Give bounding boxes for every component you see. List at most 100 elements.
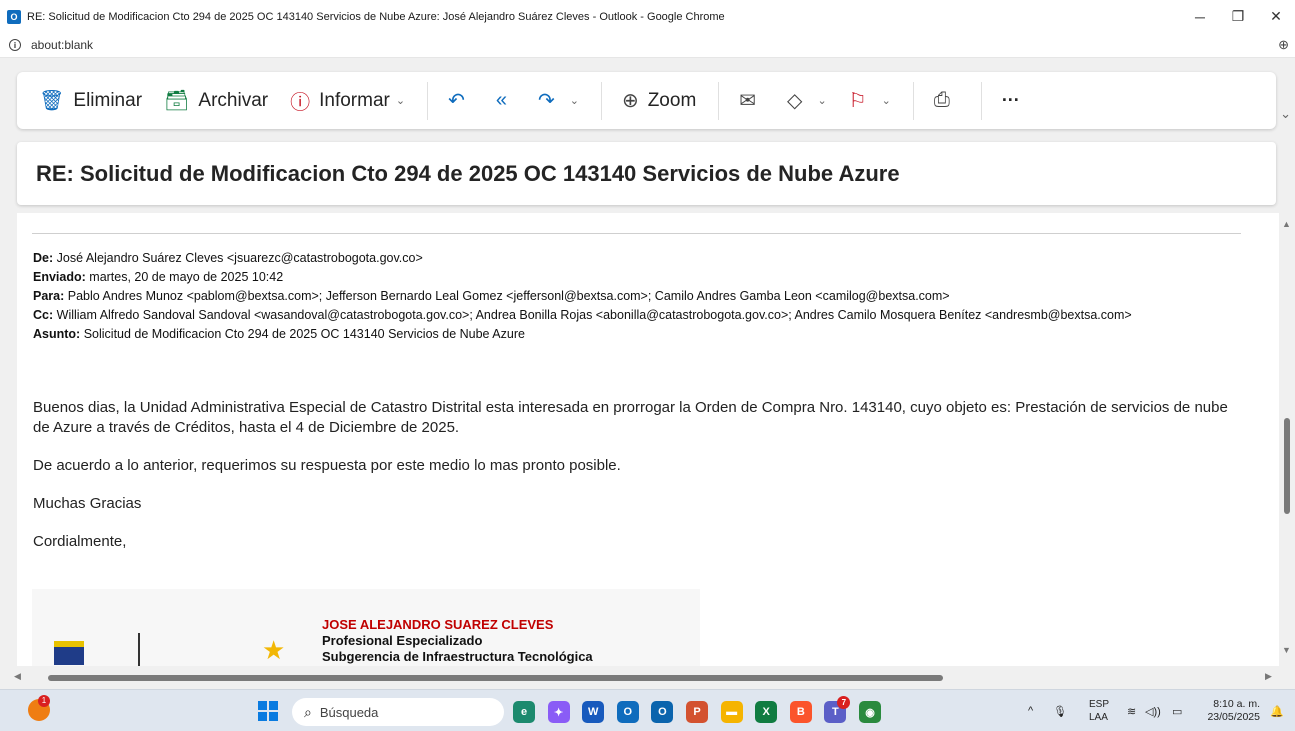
scroll-right-icon[interactable]: ▶ [1265,671,1272,682]
battery-icon[interactable]: ▭ [1172,690,1182,731]
clock-date: 23/05/2025 [1207,711,1260,723]
notification-icon[interactable]: 🔔 [1270,690,1284,731]
taskbar-app-copilot-icon[interactable]: ✦ [547,701,570,723]
system-clock[interactable]: 8:10 a. m. 23/05/2025 [1200,698,1260,724]
microphone-muted-icon[interactable]: 🎙 [1053,690,1067,731]
sent-value: martes, 20 de mayo de 2025 10:42 [89,270,284,284]
horizontal-scroll-thumb[interactable] [48,675,943,681]
minimize-button[interactable]: ─ [1181,0,1219,33]
scroll-down-icon[interactable]: ▼ [1282,645,1291,655]
scroll-left-icon[interactable]: ◀ [14,671,21,682]
more-actions-button[interactable]: ··· [1002,81,1020,121]
zoom-in-icon: ⊕ [621,90,639,112]
taskbar-app-outlook-icon[interactable]: O [651,701,674,723]
bogota-crest-logo [54,641,84,665]
tray-chevron-icon[interactable]: ^ [1028,690,1033,731]
flag-button[interactable]: ⚐ ⌄ [849,81,891,121]
zoom-indicator-icon[interactable]: ⊕ [1278,37,1289,53]
report-label: Informar [319,89,390,111]
wifi-icon[interactable]: ≋ [1127,690,1136,731]
subject-value: Solicitud de Modificacion Cto 294 de 202… [83,327,525,341]
more-icon: ··· [1001,90,1020,110]
signature-name: JOSE ALEJANDRO SUAREZ CLEVES [322,617,554,632]
chevron-down-icon[interactable]: ⌄ [1280,106,1291,122]
zoom-button[interactable]: ⊕ Zoom [622,81,696,121]
body-text: Buenos dias, la Unidad Administrativa Es… [33,398,1233,570]
to-line: Para: Pablo Andres Munoz <pablom@bextsa.… [33,287,1213,306]
to-value: Pablo Andres Munoz <pablom@bextsa.com>; … [67,289,950,303]
subject-label: Asunto: [33,327,81,341]
message-toolbar: 🗑 Eliminar 🗃 Archivar ⓘ Informar ⌄ ↶ « ↷… [17,72,1276,129]
cc-label: Cc: [33,308,54,322]
subject-header: RE: Solicitud de Modificacion Cto 294 de… [17,142,1276,205]
close-button[interactable]: ✕ [1257,0,1295,33]
keyboard-layout: LAA [1089,712,1108,723]
clock-time: 8:10 a. m. [1213,698,1260,710]
address-bar: i about:blank ⊕ [0,33,1295,58]
forward-button[interactable]: ↷ ⌄ [538,81,579,121]
site-info-icon[interactable]: i [9,39,21,51]
print-button[interactable]: ⎙ [934,81,959,121]
volume-icon[interactable]: ◁)) [1145,690,1161,731]
horizontal-scrollbar[interactable]: ◀ ▶ [0,666,1295,689]
vertical-scroll-thumb[interactable] [1284,418,1290,514]
restore-button[interactable]: ❐ [1219,0,1257,33]
mark-read-button[interactable]: ✉ [739,81,765,121]
taskbar-app-excel-icon[interactable]: X [755,701,778,723]
report-button[interactable]: ⓘ Informar ⌄ [290,81,405,121]
body-paragraph: De acuerdo a lo anterior, requerimos su … [33,457,621,474]
weather-widget-icon[interactable]: 1 [28,695,50,721]
windows-taskbar: 1 ⌕ Búsqueda e ✦ W O O P ▬ X B T 7 ◉ ^ 🎙 ESP LAA ≋ … [0,689,1295,731]
reading-pane: 🗑 Eliminar 🗃 Archivar ⓘ Informar ⌄ ↶ « ↷… [0,58,1295,666]
taskbar-search[interactable]: ⌕ Búsqueda [292,698,504,726]
outlook-app-icon: O [7,9,21,24]
toolbar-divider [427,81,429,120]
taskbar-app-chrome-icon[interactable]: ◉ [859,701,881,723]
language-indicator[interactable]: ESP LAA [1089,698,1109,724]
taskbar-app-file-explorer-icon[interactable]: ▬ [720,701,743,723]
archive-button[interactable]: 🗃 Archivar [164,81,268,121]
delete-button[interactable]: 🗑 Eliminar [39,81,142,121]
chevron-down-icon[interactable]: ⌄ [817,94,826,107]
url-field[interactable]: about:blank [31,38,93,52]
notification-badge: 1 [38,695,50,707]
message-body: De: José Alejandro Suárez Cleves <jsuare… [17,213,1279,666]
sent-line: Enviado: martes, 20 de mayo de 2025 10:4… [33,268,1213,287]
chevron-down-icon[interactable]: ⌄ [570,94,579,107]
delete-label: Eliminar [73,89,143,111]
reply-all-icon: « [495,89,507,111]
divider [32,233,1241,234]
vertical-scrollbar[interactable]: ▲ ▼ [1279,213,1295,666]
chevron-down-icon[interactable]: ⌄ [882,94,891,107]
email-signature: ★ JOSE ALEJANDRO SUAREZ CLEVES Profesion… [32,589,700,666]
reply-icon: ↶ [448,90,465,112]
cc-value: William Alfredo Sandoval Sandoval <wasan… [56,308,1132,322]
window-controls: ─ ❐ ✕ [1181,0,1295,33]
reply-button[interactable]: ↶ [448,81,474,121]
taskbar-app-outlook-new-icon[interactable]: O [616,701,639,723]
taskbar-app-powerpoint-icon[interactable]: P [686,701,708,723]
report-icon: ⓘ [290,92,311,114]
reply-all-button[interactable]: « [496,81,516,121]
teams-notification-badge: 7 [837,696,851,709]
taskbar-app-edge-icon[interactable]: e [513,701,535,723]
start-button[interactable] [258,701,278,721]
taskbar-app-brave-icon[interactable]: B [789,701,812,723]
language-code: ESP [1089,699,1110,710]
tag-icon: ◇ [787,90,803,112]
archive-label: Archivar [198,89,269,111]
signature-role: Profesional Especializado [322,633,483,648]
body-paragraph: Cordialmente, [33,533,127,550]
zoom-label: Zoom [647,89,697,111]
taskbar-app-teams-icon[interactable]: T7 [824,696,851,723]
cc-line: Cc: William Alfredo Sandoval Sandoval <w… [33,306,1213,325]
window-title: RE: Solicitud de Modificacion Cto 294 de… [27,10,725,23]
chevron-down-icon[interactable]: ⌄ [396,94,405,107]
quoted-headers: De: José Alejandro Suárez Cleves <jsuare… [33,249,1213,344]
taskbar-app-word-icon[interactable]: W [582,701,605,723]
signature-divider [138,633,140,666]
scroll-up-icon[interactable]: ▲ [1282,219,1291,229]
categorize-button[interactable]: ◇ ⌄ [787,81,827,121]
flag-icon: ⚐ [848,90,867,112]
window-titlebar: O RE: Solicitud de Modificacion Cto 294 … [0,0,1295,33]
